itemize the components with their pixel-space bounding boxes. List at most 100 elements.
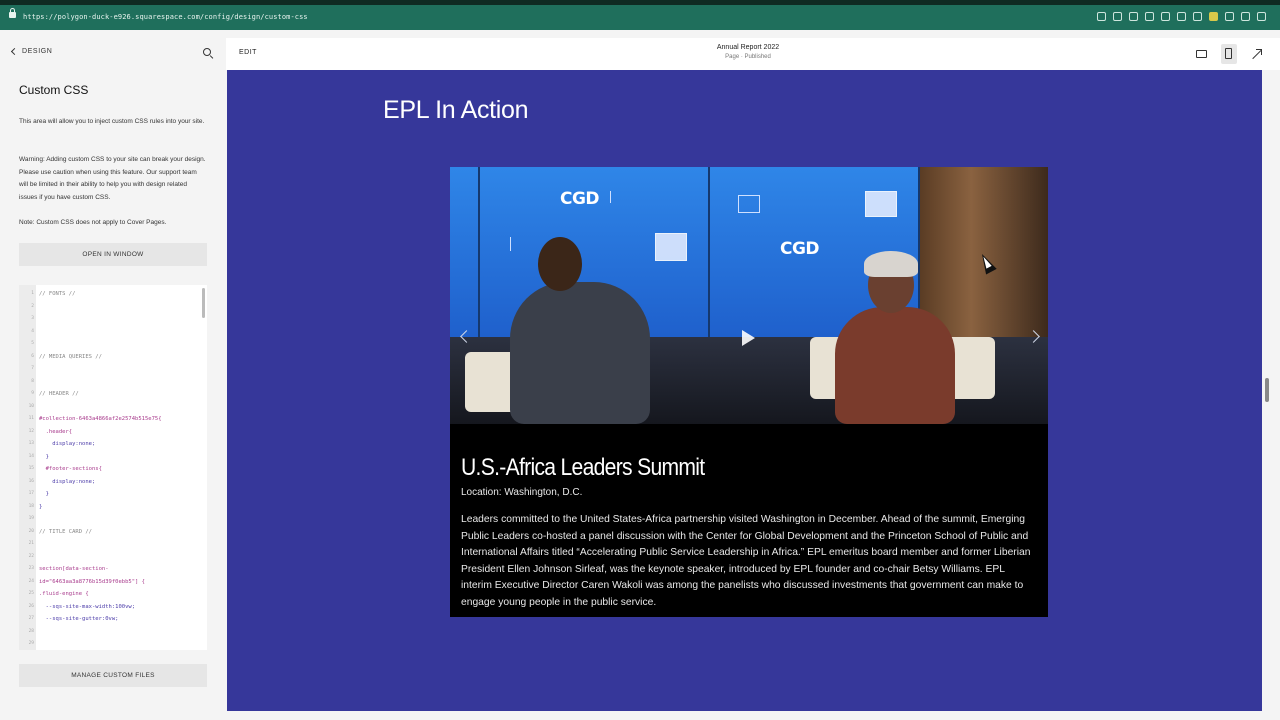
warning-text: Warning: Adding custom CSS to your site …: [19, 156, 206, 201]
line-number: 26: [28, 603, 34, 609]
mobile-view-icon[interactable]: [1225, 48, 1232, 59]
code-line[interactable]: 15 #footer-sections{: [19, 466, 207, 474]
line-number: 7: [31, 366, 34, 371]
line-number: 13: [28, 441, 34, 446]
line-number: 11: [28, 416, 34, 421]
link-icon[interactable]: [1097, 12, 1106, 21]
code-text: --sqs-site-gutter:0vw;: [39, 616, 119, 622]
line-number: 28: [28, 628, 34, 634]
table-icon[interactable]: [1225, 12, 1234, 21]
sidebar-icon[interactable]: [1241, 12, 1250, 21]
editor-scrollbar[interactable]: [202, 288, 205, 318]
code-text: .fluid-engine {: [39, 591, 89, 597]
line-number: 21: [28, 541, 34, 546]
url-text[interactable]: https://polygon-duck-e926.squarespace.co…: [23, 13, 308, 21]
code-line[interactable]: 5: [19, 341, 207, 349]
code-text: .header{: [39, 428, 73, 435]
code-line[interactable]: 23 section[data-section-: [19, 566, 207, 574]
code-line[interactable]: 8: [19, 379, 207, 387]
princeton-logo-mark: [738, 195, 760, 213]
code-line[interactable]: 1 // FONTS //: [19, 291, 207, 299]
line-number: 27: [28, 616, 34, 621]
code-line[interactable]: 29: [19, 641, 207, 649]
editor-top-bar: EDIT Annual Report 2022 Page · Published: [226, 38, 1280, 70]
expand-icon[interactable]: [1251, 49, 1262, 59]
center-logo-mark: [610, 191, 640, 203]
code-line[interactable]: 13 display:none;: [19, 441, 207, 449]
code-lines: 1// FONTS //2 3 4 5 6// MEDIA QUERIES //7 8 9/…: [19, 285, 207, 650]
preview-scrollbar[interactable]: [1265, 378, 1269, 402]
line-number: 6: [31, 353, 34, 359]
page-status: Page · Published: [725, 54, 771, 60]
panel-title: Custom CSS: [19, 83, 89, 97]
code-line[interactable]: 25 .fluid-engine {: [19, 591, 207, 599]
code-text: display:none;: [39, 441, 96, 447]
code-line[interactable]: 20 // TITLE CARD //: [19, 529, 207, 537]
edit-button[interactable]: EDIT: [239, 49, 257, 56]
cgd-logo: CGD: [780, 239, 820, 259]
code-line[interactable]: 3: [19, 316, 207, 324]
code-line[interactable]: 6 // MEDIA QUERIES //: [19, 354, 207, 362]
screen-seam: [478, 167, 480, 337]
code-line[interactable]: 26 --sqs-site-max-width:100vw;: [19, 604, 207, 612]
manage-custom-files-button[interactable]: MANAGE CUSTOM FILES: [19, 664, 207, 687]
grid-icon[interactable]: [1193, 12, 1202, 21]
menu-icon[interactable]: [1257, 12, 1266, 21]
desktop-view-icon[interactable]: [1196, 50, 1207, 58]
back-to-design-button[interactable]: DESIGN: [10, 47, 53, 56]
code-text: display:none;: [39, 478, 96, 485]
line-number: 8: [31, 378, 34, 384]
globe-icon[interactable]: [1145, 12, 1154, 21]
cgd-logo: CGD: [560, 189, 600, 209]
code-line[interactable]: 19: [19, 516, 207, 524]
browser-address-bar: https://polygon-duck-e926.squarespace.co…: [0, 0, 1280, 30]
code-line[interactable]: 16 display:none;: [19, 479, 207, 487]
extension-icon[interactable]: [1209, 12, 1218, 21]
code-line[interactable]: 12 .header{: [19, 429, 207, 437]
window-icon[interactable]: [1129, 12, 1138, 21]
screen-square: [865, 191, 897, 217]
intro-text: This area will allow you to inject custo…: [19, 118, 205, 125]
search-icon[interactable]: [203, 48, 211, 56]
code-line[interactable]: 9 // HEADER //: [19, 391, 207, 399]
code-line[interactable]: 10: [19, 404, 207, 412]
target-icon[interactable]: [1161, 12, 1170, 21]
custom-css-panel: DESIGN Custom CSS This area will allow y…: [0, 30, 226, 720]
page-title: Annual Report 2022: [716, 44, 780, 51]
line-number: 9: [31, 391, 34, 396]
code-line[interactable]: 22: [19, 554, 207, 562]
open-in-window-button[interactable]: OPEN IN WINDOW: [19, 243, 207, 266]
back-label: DESIGN: [22, 48, 53, 55]
speaker-man-head: [538, 237, 582, 291]
line-number: 15: [28, 466, 34, 471]
code-text: id="6463aa3a8776b15d39f0ebb5"] {: [39, 578, 145, 585]
code-line[interactable]: 2: [19, 304, 207, 312]
slide-description: Leaders committed to the United States-A…: [461, 514, 1031, 608]
line-number: 3: [31, 316, 34, 321]
code-line[interactable]: 28: [19, 629, 207, 637]
line-number: 12: [28, 428, 34, 434]
code-text: // TITLE CARD //: [39, 528, 92, 535]
code-line[interactable]: 4: [19, 329, 207, 337]
code-line[interactable]: 7: [19, 366, 207, 374]
code-line[interactable]: 18}: [19, 504, 207, 512]
play-icon[interactable]: [742, 330, 755, 346]
line-number: 18: [28, 503, 34, 509]
slide-image[interactable]: CGD CGD: [450, 167, 1048, 424]
code-text: // MEDIA QUERIES //: [39, 353, 102, 360]
slide-title: U.S.-Africa Leaders Summit: [461, 454, 705, 481]
code-line[interactable]: 24 id="6463aa3a8776b15d39f0ebb5"] {: [19, 579, 207, 587]
code-line[interactable]: 14 }: [19, 454, 207, 462]
lock-icon: [9, 8, 16, 18]
line-number: 20: [28, 528, 34, 534]
code-line[interactable]: 27 --sqs-site-gutter:0vw;: [19, 616, 207, 624]
code-icon[interactable]: [1177, 12, 1186, 21]
slide-caption: U.S.-Africa Leaders Summit Location: Was…: [450, 424, 1048, 617]
code-text: }: [39, 453, 49, 460]
code-line[interactable]: 11 #collection-6463a4866af2e2574b515e75{: [19, 416, 207, 424]
camera-icon[interactable]: [1113, 12, 1122, 21]
css-code-editor[interactable]: 1// FONTS //2 3 4 5 6// MEDIA QUERIES //7 8 9/…: [19, 285, 207, 650]
code-line[interactable]: 21: [19, 541, 207, 549]
code-line[interactable]: 17 }: [19, 491, 207, 499]
line-number: 10: [28, 403, 34, 409]
